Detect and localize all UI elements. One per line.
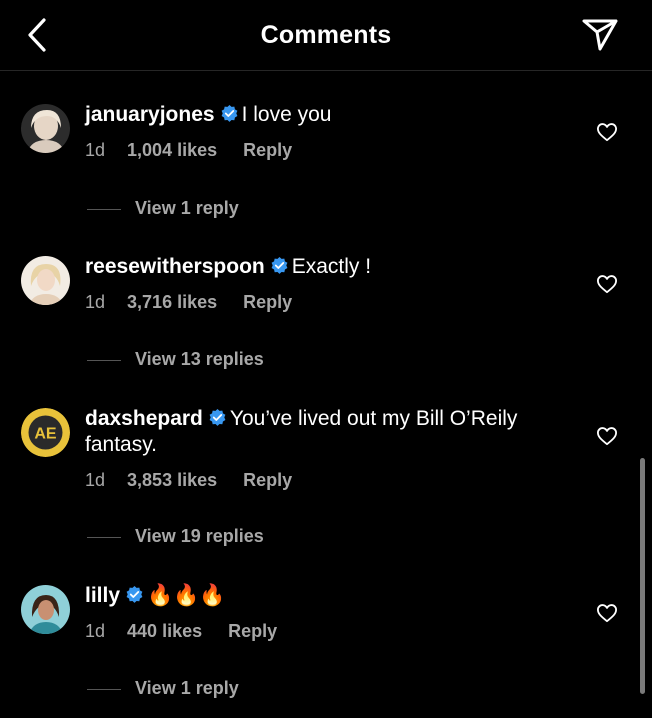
- comment-likes[interactable]: 3,853 likes: [127, 468, 217, 492]
- reply-button[interactable]: Reply: [243, 468, 292, 492]
- divider-line: [87, 359, 121, 361]
- comment-likes[interactable]: 440 likes: [127, 619, 202, 643]
- comment-text-line: reesewitherspoon Exactly !: [85, 254, 565, 280]
- view-replies-label: View 1 reply: [135, 198, 239, 218]
- view-replies-button[interactable]: View 1 reply: [87, 678, 239, 702]
- view-replies-label: View 13 replies: [135, 349, 264, 369]
- view-replies-label: View 19 replies: [135, 526, 264, 546]
- page-title: Comments: [260, 21, 392, 49]
- divider-line: [87, 208, 121, 210]
- comment-body: daxshepard You’ve lived out my Bill O’Rei…: [85, 406, 565, 492]
- comment-text-line: daxshepard You’ve lived out my Bill O’Rei…: [85, 406, 565, 458]
- view-replies-button[interactable]: View 13 replies: [87, 349, 264, 373]
- share-button[interactable]: [580, 16, 620, 54]
- heart-outline-icon[interactable]: [596, 122, 618, 142]
- divider-line: [87, 536, 121, 538]
- comment-time: 1d: [85, 470, 106, 490]
- heart-outline-icon[interactable]: [596, 274, 618, 294]
- comment-text: Exactly !: [291, 255, 372, 278]
- verified-badge-icon: [271, 257, 288, 274]
- avatar[interactable]: [21, 585, 70, 634]
- view-replies-button[interactable]: View 19 replies: [87, 526, 264, 550]
- comment-username[interactable]: januaryjones: [85, 103, 215, 126]
- divider-line: [87, 688, 121, 690]
- heart-outline-icon[interactable]: [596, 426, 618, 446]
- avatar-monogram: AE: [34, 426, 57, 443]
- scrollbar[interactable]: [640, 458, 645, 694]
- comment-likes[interactable]: 3,716 likes: [127, 290, 217, 314]
- comment-time: 1d: [85, 621, 106, 641]
- comment-username[interactable]: daxshepard: [85, 407, 203, 430]
- reply-button[interactable]: Reply: [243, 138, 292, 162]
- reply-button[interactable]: Reply: [228, 619, 277, 643]
- comment-meta: 1d 1,004 likes Reply: [85, 138, 565, 162]
- comment-time: 1d: [85, 292, 106, 312]
- view-replies-label: View 1 reply: [135, 678, 239, 698]
- comment-text: 🔥🔥🔥: [147, 584, 226, 607]
- comment-body: reesewitherspoon Exactly ! 1d 3,716 likes R…: [85, 254, 565, 314]
- verified-badge-icon: [221, 105, 237, 122]
- verified-badge-icon: [126, 586, 143, 603]
- verified-badge-icon: [209, 409, 226, 426]
- comment-meta: 1d 3,853 likes Reply: [85, 468, 565, 492]
- view-replies-button[interactable]: View 1 reply: [87, 198, 239, 222]
- avatar[interactable]: AE: [21, 408, 70, 457]
- comment-text: I love you: [241, 103, 332, 126]
- comment-meta: 1d 440 likes Reply: [85, 619, 565, 643]
- comment-username[interactable]: reesewitherspoon: [85, 255, 265, 278]
- paper-plane-icon: [582, 19, 618, 51]
- comment-text-line: januaryjones I love you: [85, 102, 565, 128]
- comment-meta: 1d 3,716 likes Reply: [85, 290, 565, 314]
- comment-body: januaryjones I love you 1d 1,004 likes Repl…: [85, 102, 565, 162]
- comment-body: lilly 🔥🔥🔥 1d 440 likes Reply: [85, 583, 565, 643]
- avatar[interactable]: [21, 256, 70, 305]
- comment-likes[interactable]: 1,004 likes: [127, 138, 217, 162]
- comment-username[interactable]: lilly: [85, 584, 120, 607]
- reply-button[interactable]: Reply: [243, 290, 292, 314]
- comment-text-line: lilly 🔥🔥🔥: [85, 583, 565, 609]
- comment-time: 1d: [85, 140, 106, 160]
- header-bar: Comments: [0, 0, 652, 71]
- heart-outline-icon[interactable]: [596, 603, 618, 623]
- avatar[interactable]: [21, 104, 70, 153]
